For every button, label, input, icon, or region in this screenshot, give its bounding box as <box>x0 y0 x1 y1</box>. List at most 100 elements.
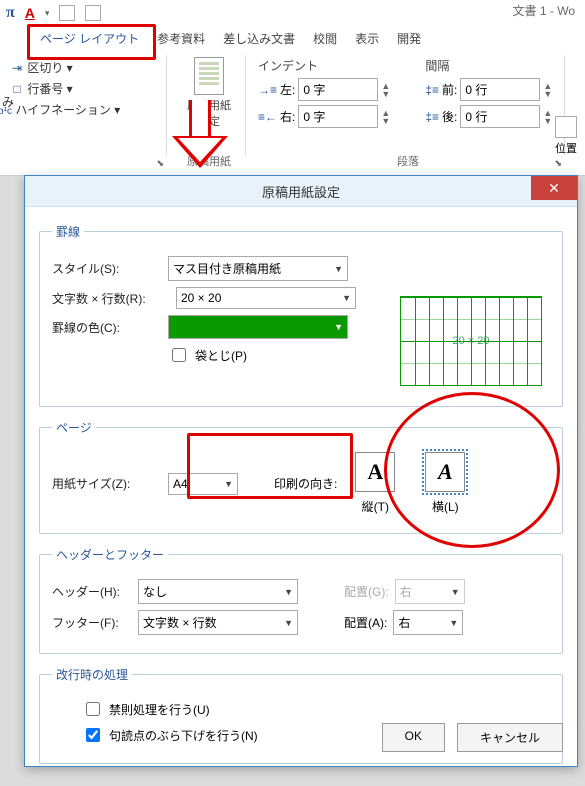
genkou-settings-button[interactable]: 原稿用紙 設定 <box>179 57 239 129</box>
ribbon-body: み ⇥ 区切り ▾ □ 行番号 ▾ b¹c ハイフネーション ▾ ⬊ 原稿用紙 … <box>0 51 585 159</box>
orientation-landscape[interactable]: A 横(L) <box>425 452 465 515</box>
font-color-icon[interactable]: A <box>25 5 35 21</box>
chevron-down-icon: ▼ <box>449 618 458 628</box>
close-icon: ✕ <box>548 180 560 196</box>
paper-size-combo[interactable]: A4 ▼ <box>168 473 238 495</box>
kinsoku-check-input[interactable] <box>86 702 100 716</box>
orientation-label: 印刷の向き: <box>274 475 337 492</box>
quick-access: π A ▾ <box>2 0 105 26</box>
position-icon <box>555 116 577 138</box>
kinsoku-checkbox[interactable]: 禁則処理を行う(U) <box>82 699 210 719</box>
genkou-label-2: 設定 <box>179 113 239 129</box>
position-button[interactable]: 位置 <box>551 116 581 156</box>
grid-color-combo[interactable]: ▼ <box>168 315 348 339</box>
fukuro-check-input[interactable] <box>172 348 186 362</box>
grid-legend: 罫線 <box>52 223 84 240</box>
align-a-label: 配置(A): <box>344 614 387 631</box>
grid-preview: 20 × 20 <box>400 296 542 386</box>
indent-left-spinner[interactable]: ▲▼ <box>381 82 395 98</box>
burasage-check-input[interactable] <box>86 728 100 742</box>
breaks-icon: ⇥ <box>10 61 24 75</box>
landscape-icon: A <box>425 452 465 492</box>
portrait-icon: A <box>355 452 395 492</box>
orientation-portrait[interactable]: A 縦(T) <box>355 452 395 515</box>
qat-icon-2[interactable] <box>85 5 101 21</box>
hf-legend: ヘッダーとフッター <box>52 546 168 563</box>
style-combo[interactable]: マス目付き原稿用紙 ▼ <box>168 256 348 281</box>
dialog-buttons: OK キャンセル <box>382 723 563 752</box>
hyphenation-label: ハイフネーション ▾ <box>15 103 120 117</box>
page-setup-launcher-icon[interactable]: ⬊ <box>156 158 164 169</box>
header-value: なし <box>143 583 167 600</box>
spacing-after-input[interactable]: 0 行 <box>460 105 540 128</box>
align-g-combo: 右 ▼ <box>395 579 465 604</box>
position-label: 位置 <box>551 140 581 156</box>
ribbon: 文書 1 - Wo π A ▾ ページ レイアウト 参考資料 差し込み文書 校閲… <box>0 0 585 176</box>
linebreak-legend: 改行時の処理 <box>52 666 132 683</box>
genkou-settings-dialog: 原稿用紙設定 ✕ 罫線 スタイル(S): マス目付き原稿用紙 ▼ 文字数 × 行… <box>24 175 578 767</box>
genkou-doc-icon <box>194 57 224 95</box>
tab-review[interactable]: 校閲 <box>313 30 337 47</box>
paragraph-group: インデント →≡ 左: 0 字 ▲▼ ≡← 右: 0 字 ▲▼ <box>252 55 565 155</box>
align-g-label: 配置(G): <box>344 583 389 600</box>
fukuro-checkbox[interactable]: 袋とじ(P) <box>168 345 247 365</box>
indent-right-spinner[interactable]: ▲▼ <box>381 109 395 125</box>
align-a-value: 右 <box>398 614 410 631</box>
spacing-before-icon: ‡≡ <box>425 83 439 97</box>
tab-page-layout[interactable]: ページ レイアウト <box>40 30 139 47</box>
style-value: マス目付き原稿用紙 <box>173 260 281 277</box>
spacing-after-icon: ‡≡ <box>425 110 439 124</box>
indent-header: インデント <box>258 57 395 74</box>
portrait-label: 縦(T) <box>355 498 395 515</box>
breaks-button[interactable]: ⇥ 区切り ▾ <box>10 57 160 78</box>
dialog-titlebar: 原稿用紙設定 ✕ <box>25 176 577 207</box>
page-legend: ページ <box>52 419 96 436</box>
align-a-combo[interactable]: 右 ▼ <box>393 610 463 635</box>
chevron-down-icon: ▼ <box>334 322 343 332</box>
rowscols-combo[interactable]: 20 × 20 ▼ <box>176 287 356 309</box>
indent-right-label: 右: <box>280 108 295 125</box>
align-g-value: 右 <box>400 583 412 600</box>
footer-label: フッター(F): <box>52 614 132 631</box>
spacing-before-label: 前: <box>442 81 457 98</box>
spacing-after-label: 後: <box>442 108 457 125</box>
header-combo[interactable]: なし ▼ <box>138 579 298 604</box>
tab-view[interactable]: 表示 <box>355 30 379 47</box>
indent-left-input[interactable]: 0 字 <box>298 78 378 101</box>
close-button[interactable]: ✕ <box>531 176 577 200</box>
footer-combo[interactable]: 文字数 × 行数 ▼ <box>138 610 298 635</box>
line-numbers-button[interactable]: □ 行番号 ▾ <box>10 78 160 99</box>
tab-references[interactable]: 参考資料 <box>157 30 205 47</box>
hyphenation-button[interactable]: b¹c ハイフネーション ▾ <box>0 99 160 120</box>
burasage-checkbox[interactable]: 句読点のぶら下げを行う(N) <box>82 725 258 745</box>
fukuro-label: 袋とじ(P) <box>195 347 247 364</box>
chevron-down-icon: ▼ <box>451 587 460 597</box>
paragraph-launcher-icon[interactable]: ⬊ <box>554 158 562 169</box>
spacing-before-spinner[interactable]: ▲▼ <box>543 82 557 98</box>
burasage-label: 句読点のぶら下げを行う(N) <box>109 727 258 744</box>
ok-button[interactable]: OK <box>382 723 445 752</box>
landscape-label: 横(L) <box>425 498 465 515</box>
dialog-body: 罫線 スタイル(S): マス目付き原稿用紙 ▼ 文字数 × 行数(R): 20 … <box>25 207 577 786</box>
genkou-label-1: 原稿用紙 <box>179 97 239 113</box>
footer-value: 文字数 × 行数 <box>143 614 217 631</box>
header-label: ヘッダー(H): <box>52 583 132 600</box>
indent-right-input[interactable]: 0 字 <box>298 105 378 128</box>
cancel-button[interactable]: キャンセル <box>457 723 563 752</box>
spacing-before-input[interactable]: 0 行 <box>460 78 540 101</box>
qat-icon-1[interactable] <box>59 5 75 21</box>
color-label: 罫線の色(C): <box>52 319 162 336</box>
indent-left-label: 左: <box>280 81 295 98</box>
tab-mailings[interactable]: 差し込み文書 <box>223 30 295 47</box>
page-setup-group: み ⇥ 区切り ▾ □ 行番号 ▾ b¹c ハイフネーション ▾ ⬊ <box>4 55 167 155</box>
line-numbers-label: 行番号 ▾ <box>27 82 72 96</box>
text-mi: み <box>2 91 14 112</box>
tab-developer[interactable]: 開発 <box>397 30 421 47</box>
spacing-header: 間隔 <box>425 57 557 74</box>
paper-size-value: A4 <box>173 477 188 491</box>
qat-dropdown-icon[interactable]: ▾ <box>45 8 50 19</box>
equation-icon[interactable]: π <box>6 4 15 22</box>
chevron-down-icon: ▼ <box>334 264 343 274</box>
paragraph-group-label: 段落 <box>252 153 564 169</box>
genkou-group: 原稿用紙 設定 原稿用紙 <box>173 55 246 155</box>
